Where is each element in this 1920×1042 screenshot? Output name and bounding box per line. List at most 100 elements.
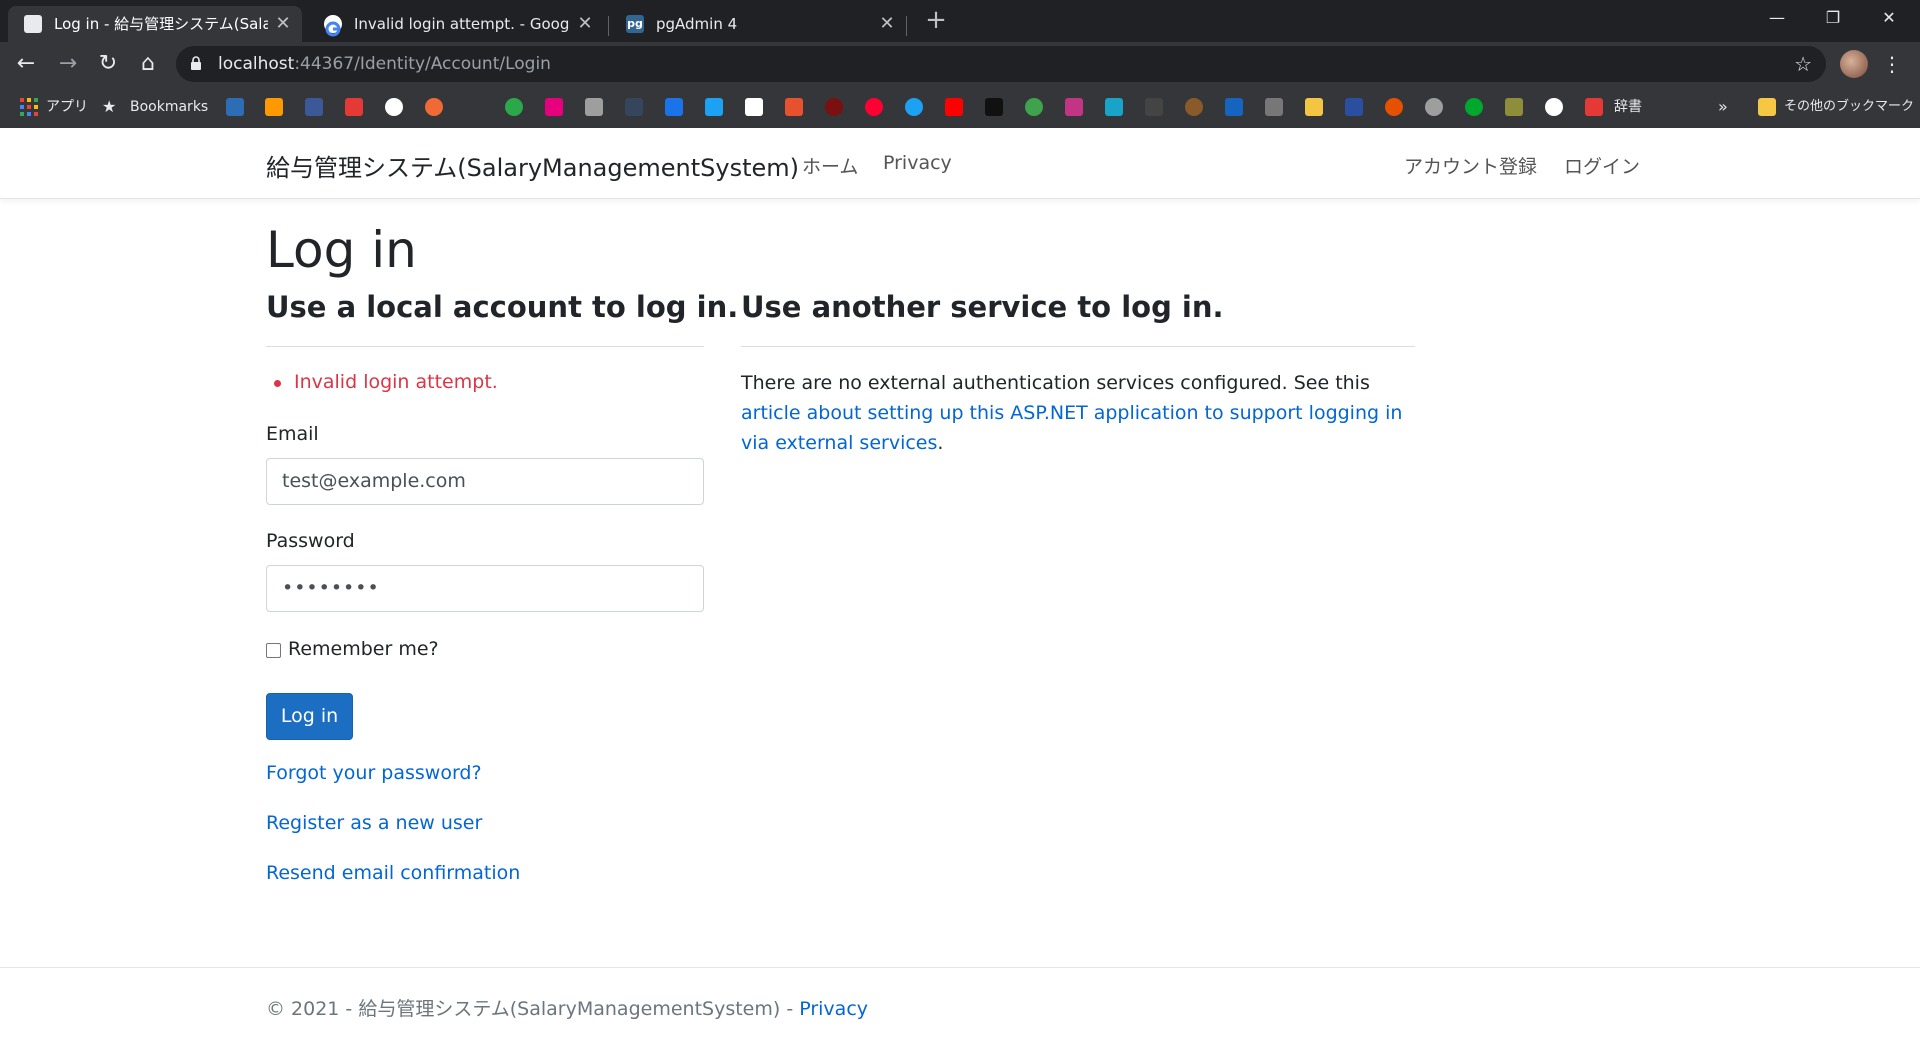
footer-copyright: © 2021 - 給与管理システム(SalaryManagementSystem… <box>266 998 800 1020</box>
site-navbar: 給与管理システム(SalaryManagementSystem) ホーム Pri… <box>0 128 1920 199</box>
instagram-icon[interactable] <box>1065 98 1083 116</box>
new-tab-button[interactable]: + <box>922 6 950 36</box>
bookmark-folder-bookmarks[interactable]: Bookmarks <box>130 96 208 118</box>
messenger-icon[interactable] <box>665 98 683 116</box>
lock-icon[interactable] <box>190 56 202 70</box>
mq-icon[interactable] <box>1145 98 1163 116</box>
url-host: localhost <box>218 54 295 74</box>
resend-confirmation-link[interactable]: Resend email confirmation <box>266 862 520 884</box>
login-button[interactable]: Log in <box>266 693 353 740</box>
page-title: Log in <box>266 221 417 279</box>
spider-icon[interactable] <box>825 98 843 116</box>
tab-login[interactable]: Log in - 給与管理システム(SalaryM ✕ <box>8 6 302 42</box>
wikipedia-icon[interactable] <box>745 98 763 116</box>
footer-privacy-link[interactable]: Privacy <box>799 998 868 1020</box>
nav-privacy[interactable]: Privacy <box>883 152 952 174</box>
tab-title: pgAdmin 4 <box>656 15 738 33</box>
twitter-bird-icon[interactable] <box>905 98 923 116</box>
tumblr-icon[interactable] <box>625 98 643 116</box>
profile-avatar[interactable] <box>1840 50 1868 78</box>
error-message: Invalid login attempt. <box>294 371 498 393</box>
browser-chrome: Log in - 給与管理システム(SalaryM ✕ Invalid logi… <box>0 0 1920 128</box>
brown-circle-icon[interactable] <box>1185 98 1203 116</box>
remember-me-label[interactable]: Remember me? <box>288 638 439 660</box>
yahoo-icon[interactable] <box>865 98 883 116</box>
validation-summary: Invalid login attempt. <box>274 371 498 393</box>
footer: © 2021 - 給与管理システム(SalaryManagementSystem… <box>266 994 868 1021</box>
remember-me-checkbox[interactable] <box>266 643 281 658</box>
tab-google[interactable]: Invalid login attempt. - Google 検 ✕ <box>308 6 604 42</box>
pinterest-p-icon[interactable] <box>545 98 563 116</box>
youtube-icon[interactable] <box>945 98 963 116</box>
external-auth-article-link[interactable]: article about setting up this ASP.NET ap… <box>741 402 1402 454</box>
tab-title: Invalid login attempt. - Google 検 <box>354 15 570 33</box>
bookmark-a-icon[interactable] <box>226 98 244 116</box>
site-brand[interactable]: 給与管理システム(SalaryManagementSystem) <box>266 148 799 183</box>
external-login-info: There are no external authentication ser… <box>741 368 1421 458</box>
address-bar[interactable]: localhost:44367/Identity/Account/Login ☆ <box>176 46 1826 82</box>
register-link[interactable]: Register as a new user <box>266 812 482 834</box>
dictionary-icon[interactable] <box>1585 98 1603 116</box>
close-window-button[interactable]: ✕ <box>1866 0 1912 36</box>
tab-title: Log in - 給与管理システム(SalaryM <box>54 15 268 33</box>
close-tab-icon[interactable]: ✕ <box>272 6 294 42</box>
apps-icon[interactable] <box>20 98 38 116</box>
google-g-icon[interactable] <box>425 98 443 116</box>
bookmark-other[interactable]: その他のブックマーク <box>1784 96 1914 118</box>
search-tool-icon[interactable] <box>1425 98 1443 116</box>
tab-strip: Log in - 給与管理システム(SalaryM ✕ Invalid logi… <box>0 0 1920 42</box>
green-bug-icon[interactable] <box>1025 98 1043 116</box>
star-icon: ★ <box>102 97 117 116</box>
pgadmin-icon: pg <box>626 15 644 33</box>
external-info-text: There are no external authentication ser… <box>741 372 1370 394</box>
green-circle-icon[interactable] <box>505 98 523 116</box>
w-red-icon[interactable] <box>785 98 803 116</box>
nav-register[interactable]: アカウント登録 <box>1404 152 1537 179</box>
news-icon[interactable] <box>1345 98 1363 116</box>
bookmark-apps[interactable]: アプリ <box>46 96 88 118</box>
blue-card-icon[interactable] <box>1225 98 1243 116</box>
feedly-icon[interactable] <box>345 98 363 116</box>
evernote-icon[interactable] <box>1465 98 1483 116</box>
divider <box>266 346 704 347</box>
restore-button[interactable]: ❐ <box>1810 0 1856 36</box>
pulse-icon[interactable] <box>1105 98 1123 116</box>
minimize-button[interactable]: — <box>1754 0 1800 36</box>
document-icon[interactable] <box>585 98 603 116</box>
bullet-icon <box>274 380 281 387</box>
url-text[interactable]: localhost:44367/Identity/Account/Login <box>218 46 551 82</box>
music-icon[interactable] <box>1305 98 1323 116</box>
close-tab-icon[interactable]: ✕ <box>876 6 898 42</box>
forgot-password-link[interactable]: Forgot your password? <box>266 762 482 784</box>
reload-button[interactable]: ↻ <box>92 48 124 80</box>
barcode-icon[interactable] <box>1505 98 1523 116</box>
url-path: :44367/Identity/Account/Login <box>294 54 551 74</box>
external-info-period: . <box>937 432 944 454</box>
close-tab-icon[interactable]: ✕ <box>574 6 596 42</box>
web-page: 給与管理システム(SalaryManagementSystem) ホーム Pri… <box>0 128 1920 1042</box>
email-label: Email <box>266 423 319 445</box>
browser-menu-icon[interactable]: ⋮ <box>1882 48 1902 80</box>
folder-icon <box>1758 98 1776 116</box>
orange-circle-icon[interactable] <box>1385 98 1403 116</box>
nav-home[interactable]: ホーム <box>802 152 858 179</box>
password-field[interactable]: •••••••• <box>266 565 704 612</box>
github-icon[interactable] <box>1545 98 1563 116</box>
browser-toolbar: ← → ↻ ⌂ localhost:44367/Identity/Account… <box>0 42 1920 86</box>
grey-doc-icon[interactable] <box>1265 98 1283 116</box>
bookmark-star-icon[interactable]: ☆ <box>1794 46 1812 82</box>
tab-pgadmin[interactable]: pg pgAdmin 4 ✕ <box>610 6 906 42</box>
email-field[interactable]: test@example.com <box>266 458 704 505</box>
google-icon[interactable] <box>385 98 403 116</box>
twitter-t-icon[interactable] <box>705 98 723 116</box>
home-button[interactable]: ⌂ <box>132 48 164 80</box>
black-icon[interactable] <box>985 98 1003 116</box>
amazon-icon[interactable] <box>265 98 283 116</box>
forward-button[interactable]: → <box>52 48 84 80</box>
back-button[interactable]: ← <box>10 48 42 80</box>
bookmarks-overflow-icon[interactable]: » <box>1718 96 1728 118</box>
bookmark-dictionary[interactable]: 辞書 <box>1614 96 1642 118</box>
bookmarks-bar: アプリ ★ Bookmarks 辞書 » その他のブックマーク <box>0 86 1920 128</box>
nav-login[interactable]: ログイン <box>1564 152 1640 179</box>
facebook-icon[interactable] <box>305 98 323 116</box>
